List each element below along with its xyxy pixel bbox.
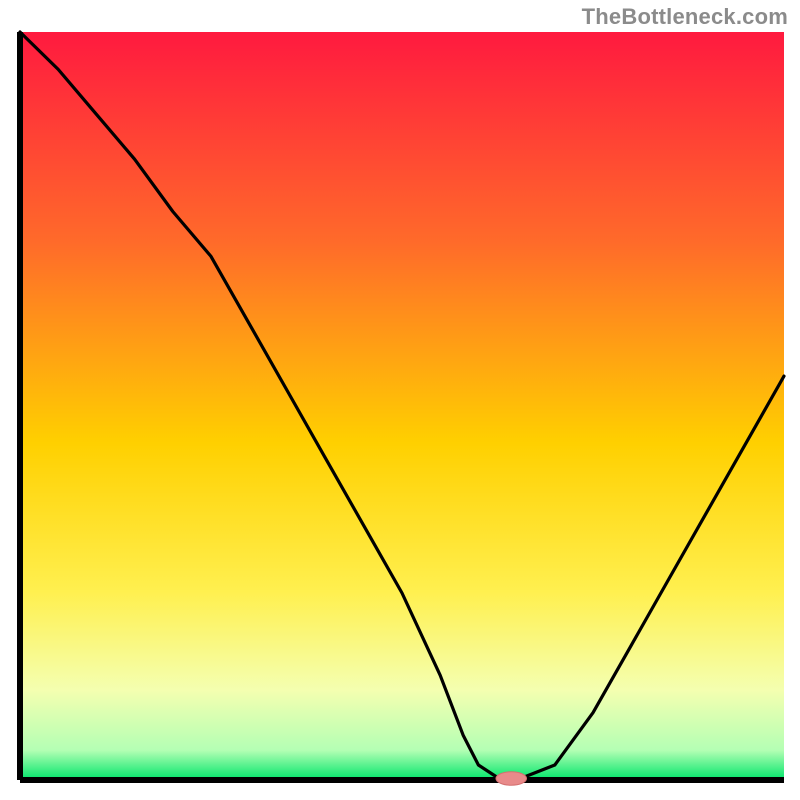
chart-svg: [0, 0, 800, 800]
heat-background: [20, 32, 784, 780]
plot-area: [20, 32, 784, 785]
bottleneck-chart: TheBottleneck.com: [0, 0, 800, 800]
optimal-marker: [496, 772, 527, 785]
watermark-text: TheBottleneck.com: [582, 4, 788, 30]
